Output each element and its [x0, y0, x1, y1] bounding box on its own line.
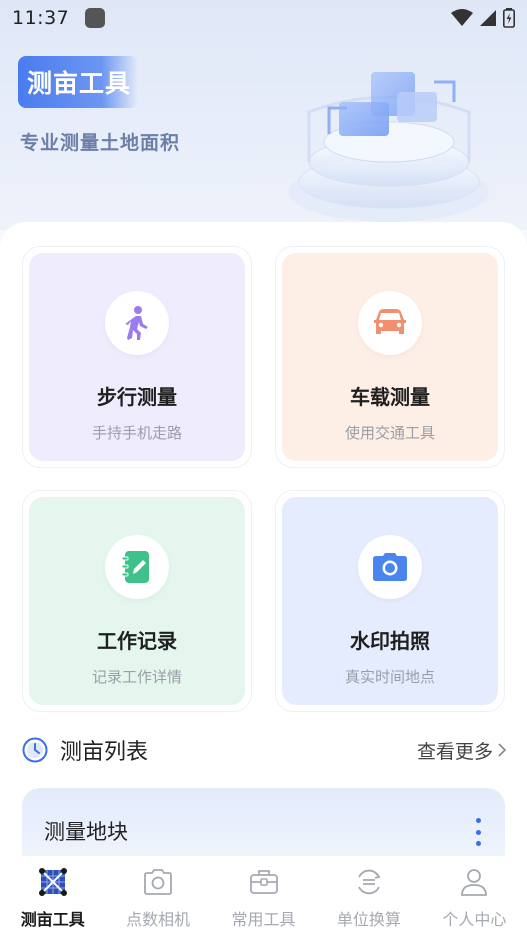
more-options-icon[interactable] — [473, 818, 483, 846]
tool-title: 工作记录 — [97, 629, 177, 653]
camera-outline-icon — [142, 866, 174, 898]
nav-item-survey-tools[interactable]: 测亩工具 — [0, 856, 105, 938]
clock-icon — [22, 737, 48, 763]
nav-item-profile[interactable]: 个人中心 — [422, 856, 527, 938]
walking-person-icon — [125, 306, 148, 340]
tool-icon-badge — [358, 535, 422, 599]
tool-title: 车载测量 — [350, 385, 430, 409]
tool-icon-badge — [358, 291, 422, 355]
status-time: 11:37 — [12, 7, 70, 29]
nav-label: 点数相机 — [126, 910, 191, 929]
tool-card-walking-bg: 步行测量 手持手机走路 — [29, 253, 245, 461]
nav-item-common-tools[interactable]: 常用工具 — [211, 856, 316, 938]
hero-banner: 测亩工具 专业测量土地面积 — [0, 36, 527, 236]
nav-label: 常用工具 — [231, 910, 296, 929]
person-icon — [458, 866, 490, 898]
car-icon — [374, 309, 406, 334]
status-bar: 11:37 — [0, 0, 527, 36]
toolbox-icon — [248, 866, 280, 898]
tool-card-vehicle[interactable]: 车载测量 使用交通工具 — [275, 246, 505, 468]
tool-subtitle: 真实时间地点 — [344, 668, 435, 686]
tool-card-watermark-photo[interactable]: 水印拍照 真实时间地点 — [275, 490, 505, 712]
main-content: 步行测量 手持手机走路 车载测量 使用交通工具 工作记录 记录工作详情 水印拍照… — [0, 222, 527, 878]
signal-icon — [480, 10, 496, 26]
hero-title: 测亩工具 — [27, 69, 132, 98]
nav-label: 测亩工具 — [20, 910, 85, 929]
list-title: 测亩列表 — [60, 740, 149, 765]
tool-card-vehicle-bg: 车载测量 使用交通工具 — [282, 253, 498, 461]
bottom-nav: 测亩工具 点数相机 常用工具 单位换算 个人中心 — [0, 856, 527, 938]
tool-card-watermark-photo-bg: 水印拍照 真实时间地点 — [282, 497, 498, 705]
tool-title: 水印拍照 — [350, 629, 430, 653]
notebook-icon — [121, 551, 149, 583]
measurement-illustration — [289, 72, 489, 222]
wifi-icon — [451, 9, 473, 26]
tool-card-walking[interactable]: 步行测量 手持手机走路 — [22, 246, 252, 468]
view-more-label: 查看更多 — [416, 740, 493, 763]
chevron-right-icon — [498, 743, 507, 757]
view-more-link[interactable]: 查看更多 — [417, 737, 507, 764]
list-header: 测亩列表 查看更多 — [22, 732, 507, 768]
tool-title: 步行测量 — [97, 385, 177, 409]
grid-map-icon — [37, 866, 69, 898]
tool-card-work-record[interactable]: 工作记录 记录工作详情 — [22, 490, 252, 712]
hero-title-badge: 测亩工具 — [18, 56, 138, 108]
record-title: 测量地块 — [44, 820, 128, 844]
tool-subtitle: 手持手机走路 — [91, 424, 182, 442]
status-icons — [451, 8, 515, 28]
notification-app-icon — [85, 8, 106, 28]
exchange-icon — [353, 866, 385, 898]
app-screen: 11:37 测亩工具 专业测量土地面积 步行测量 手持手机走路 车载测量 使用交… — [0, 0, 527, 938]
nav-item-unit-conversion[interactable]: 单位换算 — [316, 856, 421, 938]
hero-subtitle: 专业测量土地面积 — [20, 132, 181, 154]
nav-label: 个人中心 — [442, 910, 507, 929]
nav-label: 单位换算 — [336, 910, 401, 929]
tool-card-work-record-bg: 工作记录 记录工作详情 — [29, 497, 245, 705]
camera-icon — [373, 553, 407, 581]
battery-icon — [503, 8, 515, 28]
tool-subtitle: 记录工作详情 — [91, 668, 182, 686]
nav-item-count-camera[interactable]: 点数相机 — [105, 856, 210, 938]
tool-subtitle: 使用交通工具 — [344, 424, 435, 442]
tool-icon-badge — [105, 535, 169, 599]
tool-icon-badge — [105, 291, 169, 355]
